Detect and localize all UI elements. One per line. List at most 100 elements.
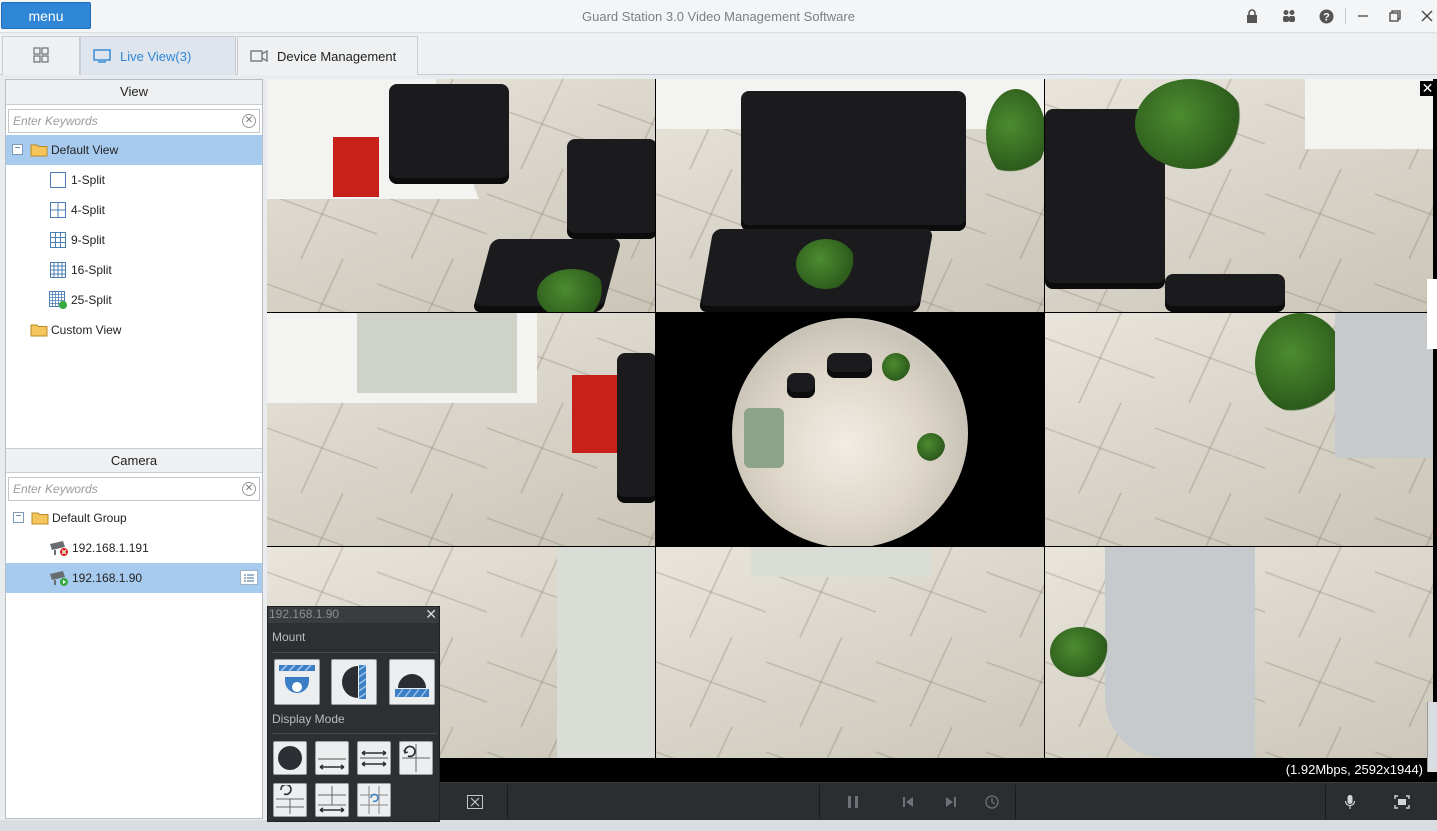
stream-info: (1.92Mbps, 2592x1944) xyxy=(440,758,1437,782)
panorama-icon[interactable] xyxy=(315,741,349,775)
close-icon[interactable] xyxy=(1416,6,1437,26)
mount-label: Mount xyxy=(272,630,306,644)
minimize-icon[interactable] xyxy=(1352,6,1374,26)
camera-item[interactable]: 192.168.1.191 xyxy=(6,533,262,563)
lock-icon[interactable] xyxy=(1241,6,1263,26)
tree-item-default-view[interactable]: − Default View xyxy=(6,135,262,165)
split-9-icon xyxy=(50,232,66,248)
split-4-icon xyxy=(50,202,66,218)
split-16-icon xyxy=(50,262,66,278)
menu-button[interactable]: menu xyxy=(1,2,91,29)
video-cell[interactable] xyxy=(656,79,1044,312)
camera-offline-icon xyxy=(50,541,68,556)
right-edge-tab[interactable] xyxy=(1427,702,1437,772)
tab-device-management[interactable]: Device Management xyxy=(237,36,418,75)
users-icon[interactable] xyxy=(1278,6,1300,26)
popup-close-icon[interactable]: ✕ xyxy=(425,607,437,622)
tree-item-9-split[interactable]: 9-Split xyxy=(6,225,262,255)
video-cell-fisheye[interactable] xyxy=(656,313,1044,546)
fisheye-settings-popup: 192.168.1.90 ✕ Mount Display Mode xyxy=(267,606,440,822)
close-all-icon[interactable] xyxy=(464,792,486,812)
side-panel-handle[interactable] xyxy=(1427,279,1437,349)
clear-search-icon[interactable]: ✕ xyxy=(242,482,256,496)
camera-menu-icon[interactable] xyxy=(240,570,258,585)
restore-icon[interactable] xyxy=(1384,6,1406,26)
previous-frame-icon[interactable] xyxy=(897,792,919,812)
view-search-input[interactable] xyxy=(9,110,229,132)
popup-title: 192.168.1.90 xyxy=(269,607,340,621)
video-cell[interactable] xyxy=(656,547,1044,758)
tree-item-label: 9-Split xyxy=(71,233,106,247)
pause-icon[interactable] xyxy=(842,792,864,812)
video-cell[interactable] xyxy=(1045,547,1433,758)
camera-device-icon xyxy=(250,50,268,62)
tree-item-label: Default Group xyxy=(52,511,127,525)
grid-icon xyxy=(33,46,49,66)
folder-icon xyxy=(30,144,48,157)
camera-search-box: ✕ xyxy=(8,477,260,501)
fisheye-image xyxy=(732,318,968,546)
folder-icon xyxy=(30,324,48,337)
camera-ip-label: 192.168.1.90 xyxy=(72,571,143,585)
tree-item-label: 4-Split xyxy=(71,203,106,217)
desktop-mount-icon[interactable] xyxy=(389,659,435,705)
tree-item-custom-view[interactable]: Custom View xyxy=(6,315,262,345)
fisheye-quad-icon[interactable] xyxy=(399,741,433,775)
view-search-box: ✕ xyxy=(8,109,260,133)
tree-item-label: 25-Split xyxy=(71,293,112,307)
title-bar: menu Guard Station 3.0 Video Management … xyxy=(0,0,1437,33)
close-video-icon[interactable]: ✕ xyxy=(1420,81,1435,96)
next-frame-icon[interactable] xyxy=(940,792,962,812)
wall-mount-icon[interactable] xyxy=(331,659,377,705)
video-cell[interactable] xyxy=(267,313,655,546)
video-grid[interactable]: ✕ xyxy=(267,79,1437,758)
tab-bar: Live View(3) Device Management xyxy=(0,34,1437,75)
tab-device-management-label: Device Management xyxy=(277,48,397,64)
tree-item-25-split[interactable]: 25-Split xyxy=(6,285,262,315)
popup-title-bar: 192.168.1.90 ✕ xyxy=(268,607,439,623)
tab-live-view-label: Live View(3) xyxy=(120,48,192,64)
fisheye-ptz-icon[interactable] xyxy=(357,783,391,817)
tree-item-default-group[interactable]: − Default Group xyxy=(6,503,262,533)
panorama-quad-icon[interactable] xyxy=(315,783,349,817)
monitor-icon xyxy=(93,49,111,63)
clear-search-icon[interactable]: ✕ xyxy=(242,114,256,128)
left-panel: View ✕ − Default View 1-Split 4-Split 9-… xyxy=(5,79,263,819)
fullscreen-icon[interactable] xyxy=(1391,792,1413,812)
camera-ip-label: 192.168.1.191 xyxy=(72,541,149,555)
clock-icon[interactable] xyxy=(981,792,1003,812)
split-25-icon xyxy=(49,291,67,309)
collapse-icon[interactable]: − xyxy=(13,512,24,523)
tab-home[interactable] xyxy=(2,36,80,75)
fisheye-original-icon[interactable] xyxy=(273,741,307,775)
video-cell[interactable] xyxy=(267,79,655,312)
help-icon[interactable]: ? xyxy=(1315,6,1337,26)
tree-item-label: Default View xyxy=(51,143,119,157)
folder-icon xyxy=(31,512,49,525)
playback-control-bar xyxy=(440,782,1437,820)
svg-text:?: ? xyxy=(1323,11,1330,23)
camera-online-icon xyxy=(50,571,68,586)
display-mode-label: Display Mode xyxy=(272,712,345,726)
camera-panel-header: Camera xyxy=(6,448,262,473)
camera-item[interactable]: 192.168.1.90 xyxy=(6,563,262,593)
app-title: Guard Station 3.0 Video Management Softw… xyxy=(582,9,855,24)
tree-item-1-split[interactable]: 1-Split xyxy=(6,165,262,195)
video-cell[interactable] xyxy=(1045,313,1433,546)
tree-item-16-split[interactable]: 16-Split xyxy=(6,255,262,285)
ceiling-mount-icon[interactable] xyxy=(274,659,320,705)
split-1-icon xyxy=(50,172,66,188)
status-strip xyxy=(0,820,1437,831)
video-cell[interactable] xyxy=(1045,79,1433,312)
tree-item-4-split[interactable]: 4-Split xyxy=(6,195,262,225)
camera-section: Camera ✕ − Default Group 192.168.1.191 1… xyxy=(6,448,262,593)
title-separator xyxy=(1345,8,1346,24)
view-panel-header: View xyxy=(6,80,262,105)
camera-search-input[interactable] xyxy=(9,478,229,500)
fisheye-six-icon[interactable] xyxy=(273,783,307,817)
microphone-icon[interactable] xyxy=(1339,792,1361,812)
collapse-icon[interactable]: − xyxy=(12,144,23,155)
tab-live-view[interactable]: Live View(3) xyxy=(80,36,236,75)
tree-item-label: 16-Split xyxy=(71,263,112,277)
double-panorama-icon[interactable] xyxy=(357,741,391,775)
